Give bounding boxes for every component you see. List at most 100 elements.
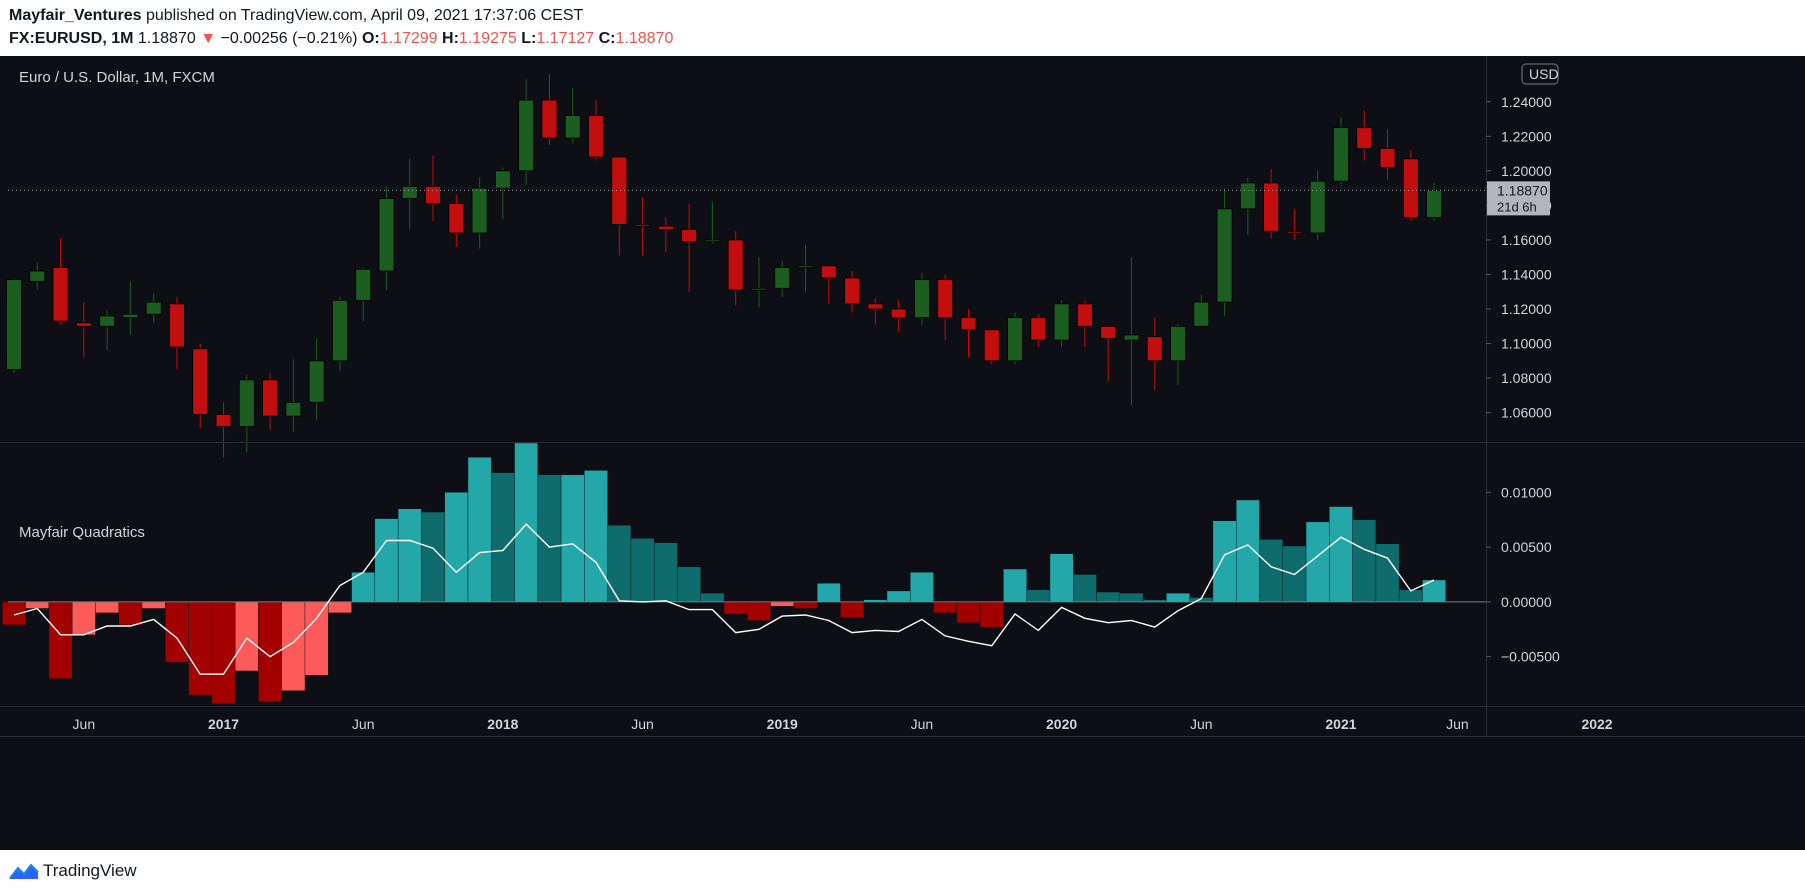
candle-body	[448, 203, 465, 234]
histogram-bar	[281, 601, 306, 691]
candle-body	[215, 413, 232, 427]
histogram-bar	[374, 518, 399, 603]
candle-body	[960, 317, 977, 331]
histogram-bar	[770, 601, 795, 607]
time-tick-label: Jun	[352, 716, 375, 732]
price-tick-label: 1.14000	[1501, 266, 1552, 282]
price-tick-label: 1.10000	[1501, 336, 1552, 352]
chart-canvas[interactable]: 1.06000 1.08000 1.10000 1.12000 1.14000 1.160…	[0, 56, 1805, 850]
candle-body	[1309, 180, 1326, 234]
histogram-bar	[1259, 539, 1283, 603]
candle-body	[308, 360, 325, 403]
histogram-bar	[1073, 574, 1097, 603]
time-tick-label: Jun	[1446, 716, 1469, 732]
candle-body	[1402, 158, 1419, 218]
candle-body	[704, 239, 721, 243]
close-label: C:	[598, 30, 616, 47]
candle-body	[6, 279, 22, 370]
candle-body	[588, 115, 604, 158]
candle-body	[541, 99, 558, 139]
low-label: L:	[521, 30, 537, 47]
author-name[interactable]: Mayfair_Ventures	[9, 7, 142, 24]
candle-body	[145, 301, 162, 315]
candle-body	[1170, 325, 1186, 362]
high-value: 1.19275	[458, 30, 517, 47]
candle-body	[262, 379, 278, 417]
candle-body	[1007, 317, 1023, 362]
histogram-bar	[48, 601, 73, 679]
histogram-bar	[1119, 592, 1144, 603]
candle-body	[425, 185, 441, 205]
candle-body	[983, 329, 1000, 362]
time-tick-label: 2021	[1325, 716, 1356, 732]
candle-body	[401, 185, 418, 199]
candle-body	[1053, 303, 1070, 341]
down-arrow-icon: ▼	[200, 30, 217, 47]
histogram-bar	[700, 592, 725, 603]
histogram-bar	[234, 601, 259, 672]
histogram-bar	[654, 542, 678, 603]
price-tick-label: 1.20000	[1501, 163, 1552, 179]
histogram-bar	[211, 601, 236, 705]
candle-body	[634, 223, 651, 227]
price-tick-label: 1.08000	[1501, 370, 1552, 386]
histogram-bar	[1166, 592, 1190, 603]
histogram-bar	[1096, 591, 1121, 603]
time-tick-label: Jun	[911, 716, 934, 732]
candle-body	[1100, 325, 1117, 339]
time-tick-label: 2018	[487, 716, 518, 732]
histogram-bar	[560, 474, 585, 603]
histogram-bar	[1375, 543, 1400, 603]
indicator-tick-label: −0.00500	[1501, 649, 1560, 665]
candle-body	[1239, 182, 1256, 210]
candle-body	[1426, 189, 1442, 218]
currency-badge-label: USD	[1529, 66, 1559, 82]
price-tick-label: 1.22000	[1501, 128, 1552, 144]
high-label: H:	[442, 30, 459, 47]
candle-body	[1216, 208, 1233, 303]
price-tick-label: 1.16000	[1501, 232, 1552, 248]
histogram-bar	[397, 508, 422, 603]
candle-body	[1286, 230, 1303, 234]
candle-body	[1356, 127, 1373, 149]
candle-body	[867, 303, 884, 310]
histogram-bar	[25, 601, 50, 609]
publish-text: published on TradingView.com, April 09, …	[145, 7, 584, 24]
candle-body	[471, 187, 488, 234]
candle-body	[1123, 334, 1140, 341]
tradingview-brand[interactable]: TradingView	[9, 861, 137, 881]
candle-body	[52, 267, 69, 322]
candle-body	[1333, 127, 1349, 182]
candle-body	[285, 401, 302, 417]
histogram-bar	[1026, 589, 1051, 603]
candle-body	[657, 225, 674, 230]
histogram-bar	[1329, 506, 1353, 603]
histogram-bar	[118, 601, 143, 626]
histogram-bar	[444, 492, 469, 603]
candle-body	[751, 287, 767, 291]
histogram-bar	[467, 457, 492, 603]
histogram-bar	[910, 572, 934, 603]
time-tick-label: Jun	[73, 716, 96, 732]
candle-body	[29, 270, 46, 282]
last-price: 1.18870	[137, 30, 196, 47]
price-tick-label: 1.12000	[1501, 301, 1552, 317]
candle-body	[564, 115, 581, 139]
footer: TradingView	[0, 850, 1805, 894]
histogram-bar	[979, 601, 1004, 628]
indicator-tick-label: 0.00500	[1501, 539, 1552, 555]
histogram-bar	[514, 442, 539, 603]
histogram-bar	[1352, 519, 1377, 603]
candle-body	[378, 198, 395, 272]
histogram-bar	[607, 524, 632, 603]
open-label: O:	[361, 30, 380, 47]
candle-body	[937, 279, 954, 319]
candle-body	[518, 99, 535, 172]
tradingview-logo-icon	[9, 863, 39, 879]
histogram-bar	[584, 470, 608, 603]
time-tick-label: Jun	[1190, 716, 1213, 732]
time-tick-label: 2017	[208, 716, 239, 732]
histogram-bar	[723, 601, 748, 615]
candle-body	[494, 170, 511, 189]
ohlc-legend: FX:EURUSD, 1M 1.18870 ▼ −0.00256 (−0.21%…	[9, 30, 673, 48]
